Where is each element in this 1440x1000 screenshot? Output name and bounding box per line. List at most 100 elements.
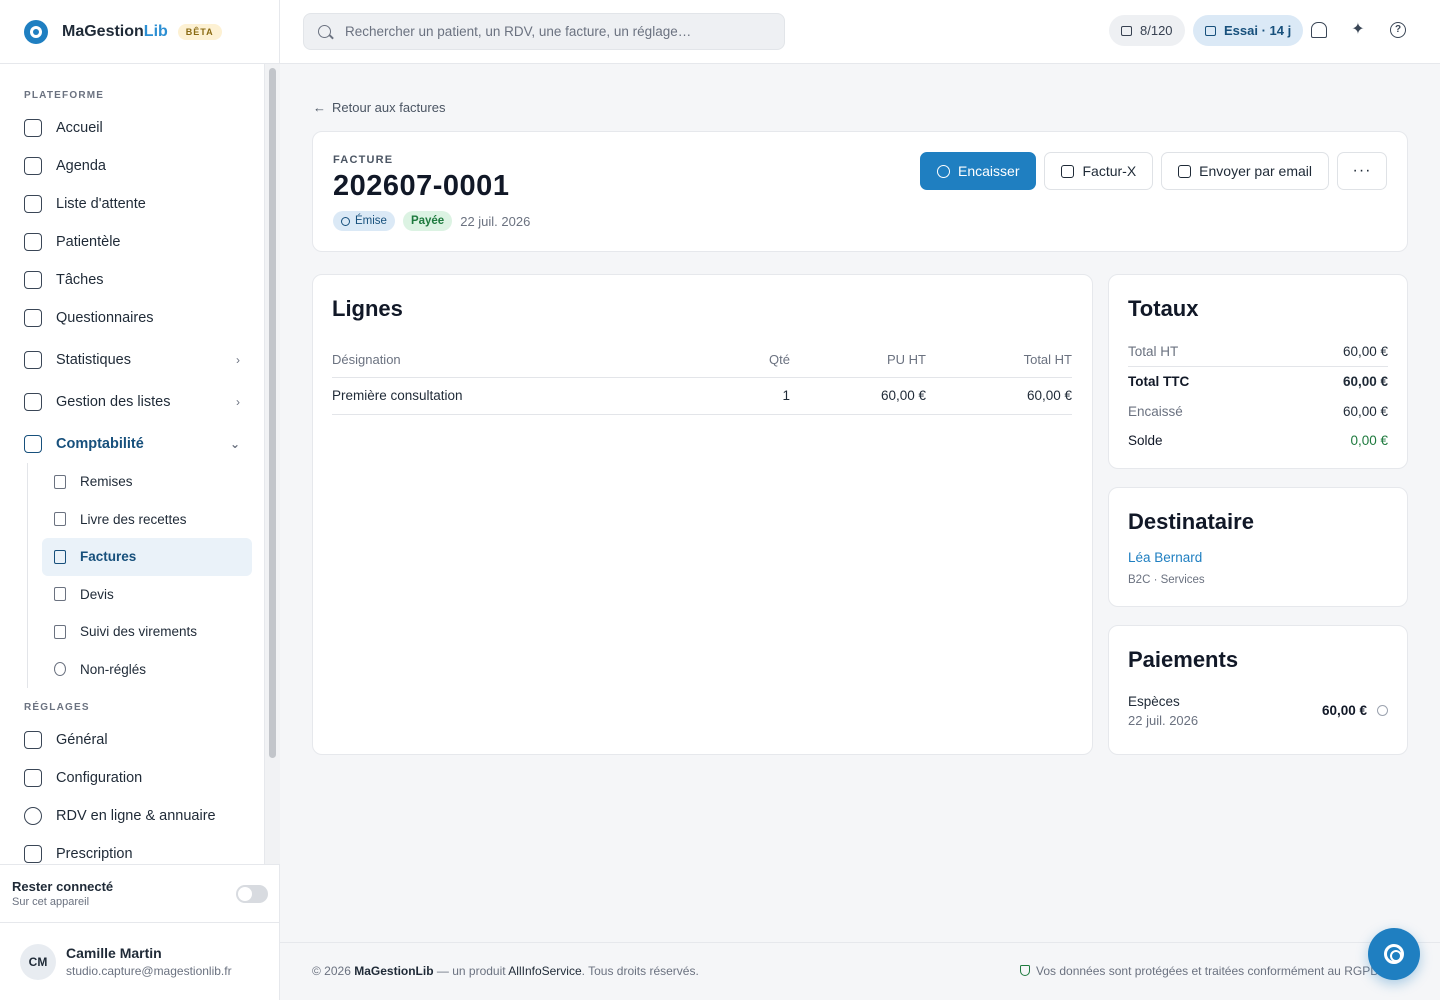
sidebar-item-liste-attente[interactable]: Liste d'attente — [0, 185, 264, 223]
payment-method: Espèces — [1128, 694, 1180, 709]
sidebar-subitem-label: Factures — [80, 549, 137, 565]
sidebar: MaGestionLib BÊTA PLATEFORME Accueil Age… — [0, 0, 280, 1000]
refund-icon[interactable] — [1377, 705, 1388, 716]
users-icon — [24, 233, 42, 251]
solde-value: 0,00 € — [1350, 433, 1388, 448]
stay-connected: Rester connecté Sur cet appareil — [0, 864, 280, 922]
sidebar-subitem-factures[interactable]: Factures — [42, 538, 252, 576]
user-cog-icon — [24, 731, 42, 749]
sidebar-item-questionnaires[interactable]: Questionnaires — [0, 299, 264, 337]
dashboard-icon — [24, 119, 42, 137]
more-options-button[interactable]: ··· — [1337, 152, 1387, 190]
beta-badge: BÊTA — [177, 23, 222, 40]
checkbox-icon — [24, 271, 42, 289]
sidebar-item-gestion-listes[interactable]: Gestion des listes › — [0, 383, 264, 421]
support-button[interactable] — [1368, 928, 1420, 980]
sidebar-subitem-label: Devis — [80, 586, 114, 602]
sidebar-item-label: Questionnaires — [56, 310, 154, 326]
search-input[interactable] — [345, 24, 765, 39]
sidebar-item-rdv-en-ligne[interactable]: RDV en ligne & annuaire — [0, 797, 264, 835]
sparkles-icon[interactable]: ✦ — [1350, 22, 1366, 38]
sidebar-item-statistiques[interactable]: Statistiques › — [0, 341, 264, 379]
encaisser-button[interactable]: Encaisser — [920, 152, 1037, 190]
footer: © 2026 MaGestionLib — un produit AllInfo… — [280, 942, 1440, 1000]
user-profile[interactable]: CM Camille Martin studio.capture@magesti… — [0, 922, 280, 1000]
col-pu-ht: PU HT — [790, 343, 926, 378]
section-title-settings: RÉGLAGES — [24, 702, 90, 713]
sidebar-item-configuration[interactable]: Configuration — [0, 759, 264, 797]
sidebar-item-taches[interactable]: Tâches — [0, 261, 264, 299]
sidebar-item-general[interactable]: Général — [0, 721, 264, 759]
payment-date: 22 juil. 2026 — [1128, 713, 1199, 728]
sidebar-subitem-suivi-virements[interactable]: Suivi des virements — [42, 613, 252, 651]
scrollbar-thumb[interactable] — [269, 68, 276, 758]
recipient-name-link[interactable]: Léa Bernard — [1128, 550, 1202, 565]
solde-row: Solde 0,00 € — [1128, 426, 1388, 455]
bell-icon[interactable] — [1311, 22, 1327, 38]
facturx-button[interactable]: Factur-X — [1044, 152, 1154, 190]
search-bar[interactable] — [303, 13, 785, 50]
sidebar-item-label: Patientèle — [56, 234, 121, 250]
user-email: studio.capture@magestionlib.fr — [66, 964, 232, 978]
sidebar-subitem-livre-recettes[interactable]: Livre des recettes — [42, 501, 252, 539]
table-row: Première consultation 1 60,00 € 60,00 € — [332, 377, 1072, 415]
recipient-meta: B2C · Services — [1128, 574, 1205, 586]
invoice-number: 202607-0001 — [333, 170, 510, 202]
sidebar-subitem-label: Remises — [80, 474, 133, 490]
bar-chart-icon — [24, 351, 42, 369]
sidebar-item-patientele[interactable]: Patientèle — [0, 223, 264, 261]
sidebar-subitem-non-regles[interactable]: Non-réglés — [42, 651, 252, 689]
sidebar-item-agenda[interactable]: Agenda — [0, 147, 264, 185]
cell-designation: Première consultation — [332, 377, 710, 415]
list-icon — [24, 393, 42, 411]
sms-counter-badge[interactable]: 8/120 — [1109, 15, 1185, 46]
lines-card: Lignes Désignation Qté PU HT Total HT Pr… — [312, 274, 1093, 755]
total-ttc-value: 60,00 € — [1342, 373, 1388, 389]
recipient-title: Destinataire — [1128, 509, 1254, 534]
lifebuoy-icon — [1384, 944, 1404, 964]
brand-name: MaGestionLib — [62, 22, 168, 40]
file-icon — [54, 549, 66, 564]
brand[interactable]: MaGestionLib BÊTA — [0, 0, 279, 64]
coin-icon — [937, 164, 951, 178]
lines-title: Lignes — [332, 296, 403, 321]
calculator-icon — [24, 435, 42, 453]
alert-circle-icon — [54, 662, 66, 677]
payments-title: Paiements — [1128, 647, 1239, 672]
sidebar-item-prescription[interactable]: Prescription — [0, 835, 264, 864]
globe-icon — [24, 807, 42, 825]
receipt-icon — [54, 474, 66, 489]
recipient-card: Destinataire Léa Bernard B2C · Services — [1108, 487, 1408, 607]
sidebar-item-label: Statistiques — [56, 352, 131, 368]
sidebar-subitem-devis[interactable]: Devis — [42, 576, 252, 614]
stay-connected-title: Rester connecté — [12, 879, 114, 894]
col-qty: Qté — [710, 343, 790, 378]
button-label: Encaisser — [958, 163, 1020, 179]
sliders-icon — [24, 769, 42, 787]
book-icon — [54, 512, 66, 527]
button-label: Envoyer par email — [1199, 163, 1312, 179]
sidebar-item-accueil[interactable]: Accueil — [0, 109, 264, 147]
invoice-header-card: FACTURE 202607-0001 Émise Payée 22 juil.… — [312, 131, 1408, 252]
sidebar-subitem-label: Non-réglés — [80, 661, 147, 677]
sidebar-scrollbar[interactable] — [264, 64, 280, 864]
chevron-right-icon: › — [236, 353, 240, 367]
clipboard-icon — [24, 309, 42, 327]
trial-badge[interactable]: Essai · 14 j — [1193, 15, 1304, 46]
back-link[interactable]: ← Retour aux factures — [313, 100, 445, 115]
sidebar-subitem-remises[interactable]: Remises — [42, 463, 252, 501]
sidebar-item-comptabilite[interactable]: Comptabilité ⌄ — [0, 425, 264, 463]
send-email-button[interactable]: Envoyer par email — [1161, 152, 1329, 190]
invoice-badges: Émise Payée 22 juil. 2026 — [333, 211, 530, 231]
sidebar-item-label: Agenda — [56, 158, 106, 174]
stay-connected-toggle[interactable] — [236, 885, 268, 903]
total-ht-label: Total HT — [1128, 344, 1179, 359]
help-icon[interactable]: ? — [1390, 22, 1406, 38]
sidebar-item-label: Prescription — [56, 846, 133, 862]
topbar: 8/120 Essai · 14 j ✦ ? — [280, 0, 1440, 64]
sidebar-item-label: Comptabilité — [56, 436, 144, 452]
table-header-row: Désignation Qté PU HT Total HT — [332, 343, 1072, 378]
invoice-kicker: FACTURE — [333, 154, 394, 166]
sidebar-item-label: RDV en ligne & annuaire — [56, 808, 216, 824]
invoice-date: 22 juil. 2026 — [460, 213, 531, 229]
